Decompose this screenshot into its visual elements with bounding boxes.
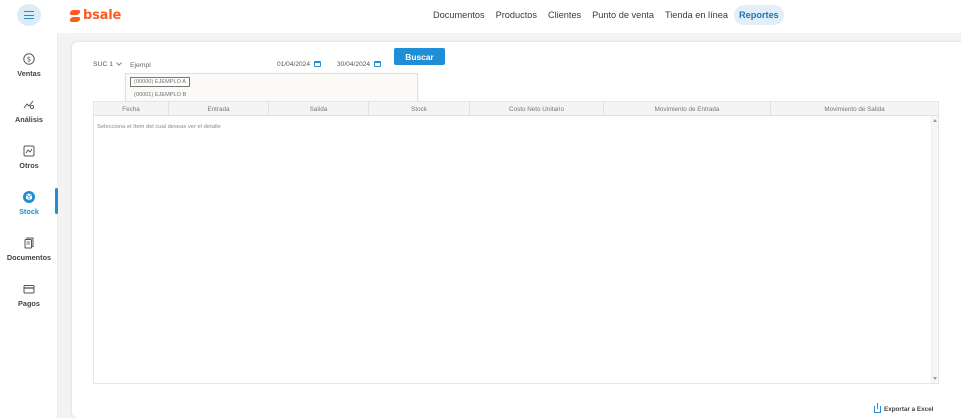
sidebar-item-analisis[interactable]: Análisis (0, 99, 58, 124)
sidebar-item-documentos[interactable]: Documentos (0, 237, 58, 262)
chart-box-icon (23, 145, 35, 157)
column-header-movimiento-entrada: Movimiento de Entrada (604, 102, 771, 116)
sidebar-item-otros[interactable]: Otros (0, 145, 58, 170)
chevron-down-icon (116, 60, 122, 66)
main-area: SUC 1 01/04/2024 30/04/2024 Buscar (0000… (58, 33, 961, 418)
export-excel-label: Exportar a Excel (884, 406, 934, 413)
sidebar-item-label: Otros (19, 161, 39, 170)
calendar-icon[interactable] (374, 61, 382, 67)
nav-item-documentos[interactable]: Documentos (428, 5, 490, 25)
date-from-field[interactable]: 01/04/2024 (277, 60, 322, 68)
sidebar-item-pagos[interactable]: Pagos (0, 283, 58, 308)
export-excel-button[interactable]: Exportar a Excel (874, 403, 934, 413)
sidebar-item-label: Ventas (17, 69, 41, 78)
table-scrollbar[interactable] (931, 116, 938, 383)
sidebar-item-label: Análisis (15, 115, 43, 124)
search-button[interactable]: Buscar (394, 48, 445, 65)
cube-icon (23, 191, 35, 203)
dollar-circle-icon: $ (23, 53, 35, 65)
sidebar: $ Ventas Análisis Otros Stock Documentos… (0, 33, 58, 418)
stock-detail-table: Fecha Entrada Salida Stock Costo Neto Un… (93, 101, 939, 384)
date-from-value: 01/04/2024 (277, 61, 311, 68)
column-header-movimiento-salida: Movimiento de Salida (824, 105, 885, 113)
column-header-costo-neto-unitario: Costo Neto Unitario (470, 102, 604, 116)
scroll-up-icon[interactable] (933, 119, 937, 122)
column-header-salida: Salida (269, 102, 369, 116)
scroll-down-icon[interactable] (933, 377, 937, 380)
nav-item-productos[interactable]: Productos (491, 5, 542, 25)
nav-item-reportes[interactable]: Reportes (733, 5, 784, 25)
sidebar-item-label: Stock (19, 207, 39, 216)
sidebar-item-stock[interactable]: Stock (0, 191, 58, 216)
logo-text: bsale (83, 8, 122, 23)
branch-select[interactable]: SUC 1 (93, 60, 122, 68)
logo[interactable]: bsale (70, 8, 121, 23)
column-header-fecha: Fecha (94, 102, 169, 116)
top-navigation: Documentos Productos Clientes Punto de v… (428, 5, 785, 25)
report-card: SUC 1 01/04/2024 30/04/2024 Buscar (0000… (72, 42, 961, 418)
date-to-field[interactable]: 30/04/2024 (337, 60, 382, 68)
documents-icon (23, 237, 35, 249)
top-bar: bsale Documentos Productos Clientes Punt… (0, 0, 961, 33)
calendar-icon[interactable] (314, 61, 322, 67)
sidebar-item-label: Pagos (18, 299, 40, 308)
svg-text:$: $ (27, 55, 31, 63)
dropdown-option-selected[interactable]: (00000) EJEMPLO A (130, 77, 190, 87)
column-header-stock: Stock (369, 102, 470, 116)
menu-toggle-button[interactable] (17, 4, 41, 26)
branch-select-value: SUC 1 (93, 61, 114, 68)
autocomplete-dropdown: (00000) EJEMPLO A (00001) EJEMPLO B (125, 73, 418, 103)
empty-table-message: Selecciona el ítem del cual deseas ver e… (97, 124, 221, 130)
sidebar-item-ventas[interactable]: $ Ventas (0, 53, 58, 78)
nav-item-tienda-en-linea[interactable]: Tienda en línea (660, 5, 733, 25)
product-search-input[interactable] (130, 58, 270, 72)
nav-item-clientes[interactable]: Clientes (543, 5, 586, 25)
nav-item-punto-de-venta[interactable]: Punto de venta (587, 5, 659, 25)
download-icon (874, 403, 881, 413)
date-to-value: 30/04/2024 (337, 61, 371, 68)
column-header-entrada: Entrada (169, 102, 269, 116)
analytics-line-icon (23, 99, 35, 111)
credit-card-icon (23, 283, 35, 295)
sidebar-item-label: Documentos (6, 253, 52, 262)
table-header: Fecha Entrada Salida Stock Costo Neto Un… (94, 102, 938, 116)
bsale-logo-icon (70, 9, 80, 23)
hamburger-icon (24, 11, 34, 19)
dropdown-option[interactable]: (00001) EJEMPLO B (130, 92, 186, 98)
